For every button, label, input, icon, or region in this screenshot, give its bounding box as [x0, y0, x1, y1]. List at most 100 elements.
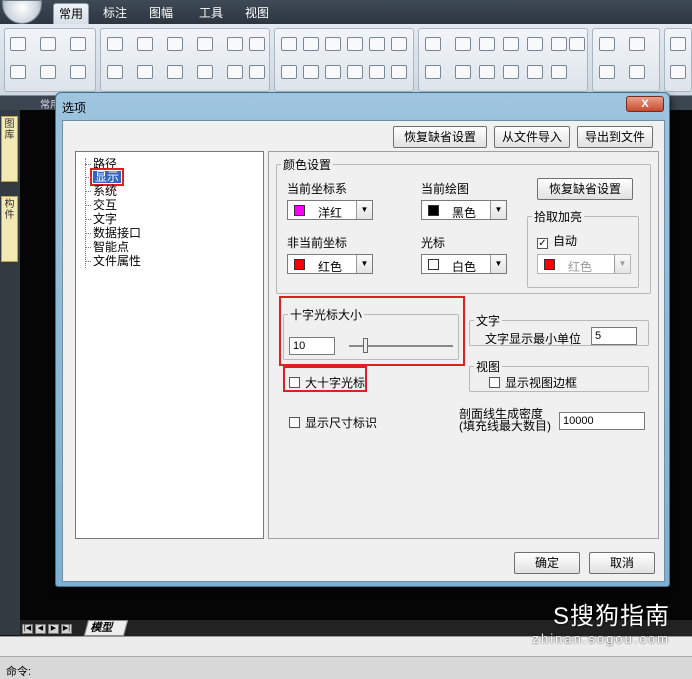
- rotate-icon[interactable]: [527, 37, 543, 51]
- line-icon[interactable]: [107, 37, 123, 51]
- non-current-coord-color-select[interactable]: 红色 ▼: [287, 254, 373, 274]
- pick-highlight-title: 拾取加亮: [534, 210, 583, 224]
- tree-item-display[interactable]: 显示: [84, 168, 125, 186]
- scale-icon[interactable]: [569, 37, 585, 51]
- dimension-icon[interactable]: [325, 37, 341, 51]
- trim-icon[interactable]: [455, 65, 471, 79]
- rectangle-icon[interactable]: [227, 37, 243, 51]
- ok-button[interactable]: 确定: [514, 552, 580, 574]
- tab-frame[interactable]: 图幅: [146, 3, 176, 24]
- chevron-down-icon[interactable]: ▼: [490, 201, 506, 219]
- current-draw-color-select[interactable]: 黑色 ▼: [421, 200, 507, 220]
- block-icon[interactable]: [197, 65, 213, 79]
- ellipse-icon[interactable]: [347, 37, 363, 51]
- current-coord-color-value: 洋红: [318, 206, 343, 220]
- tree-item-text[interactable]: 文字: [84, 213, 117, 225]
- chevron-down-icon[interactable]: ▼: [356, 201, 372, 219]
- circle-icon[interactable]: [167, 37, 183, 51]
- wave-line-icon[interactable]: [281, 65, 297, 79]
- arc-icon[interactable]: [197, 37, 213, 51]
- select-icon[interactable]: [425, 65, 441, 79]
- parallel-line-icon[interactable]: [137, 37, 153, 51]
- watermark-url: zhinan.sogou.com: [532, 631, 670, 646]
- table-icon[interactable]: [227, 65, 243, 79]
- non-current-coord-label: 非当前坐标: [287, 236, 348, 250]
- cursor-color-select[interactable]: 白色 ▼: [421, 254, 507, 274]
- open-file-icon[interactable]: [40, 37, 56, 51]
- first-tab-icon[interactable]: |◀: [22, 624, 33, 634]
- section-icon[interactable]: [347, 65, 363, 79]
- brush-icon[interactable]: [425, 37, 441, 51]
- tab-common[interactable]: 常用: [53, 3, 89, 24]
- explode-icon[interactable]: [527, 65, 543, 79]
- command-bar[interactable]: 命令:: [0, 656, 692, 679]
- chevron-down-icon[interactable]: ▼: [356, 255, 372, 273]
- text-icon[interactable]: [107, 65, 123, 79]
- grid-icon[interactable]: [369, 65, 385, 79]
- ordinate-icon[interactable]: [599, 65, 615, 79]
- copy-icon[interactable]: [479, 37, 495, 51]
- arrow-icon[interactable]: [325, 65, 341, 79]
- model-tab[interactable]: 模型: [83, 620, 129, 636]
- tab-tools[interactable]: 工具: [196, 3, 226, 24]
- ribbon-group-dimension: [592, 28, 660, 92]
- panel-icon[interactable]: [391, 65, 407, 79]
- side-tab-components[interactable]: 构件: [1, 196, 18, 262]
- layer-icon[interactable]: [551, 65, 567, 79]
- last-tab-icon[interactable]: ▶|: [61, 624, 72, 634]
- tree-item-path[interactable]: 路径: [84, 158, 117, 170]
- auto-checkbox[interactable]: ✓ 自动: [537, 232, 577, 249]
- tab-annotate[interactable]: 标注: [100, 3, 130, 24]
- spline-icon[interactable]: [281, 37, 297, 51]
- extend-icon[interactable]: [479, 65, 495, 79]
- curve-icon[interactable]: [249, 37, 265, 51]
- mirror-icon[interactable]: [503, 37, 519, 51]
- dim-style-icon[interactable]: [629, 37, 645, 51]
- ribbon-group-modify: [418, 28, 588, 92]
- print-icon[interactable]: [40, 65, 56, 79]
- auto-checkbox-box[interactable]: ✓: [537, 238, 548, 249]
- text-min-unit-input[interactable]: 5: [591, 327, 637, 345]
- dim-mark-checkbox[interactable]: 显示尺寸标识: [289, 414, 377, 431]
- restore-defaults-button[interactable]: 恢复缺省设置: [393, 126, 487, 148]
- zoom-icon[interactable]: [10, 65, 26, 79]
- linear-dim-icon[interactable]: [599, 37, 615, 51]
- tree-item-interaction[interactable]: 交互: [84, 199, 117, 211]
- tree-item-system[interactable]: 系统: [84, 185, 117, 197]
- tab-view[interactable]: 视图: [242, 3, 272, 24]
- view-border-checkbox-box[interactable]: [489, 377, 500, 388]
- save-icon[interactable]: [70, 37, 86, 51]
- cancel-button[interactable]: 取消: [589, 552, 655, 574]
- new-file-icon[interactable]: [10, 37, 26, 51]
- break-line-icon[interactable]: [303, 65, 319, 79]
- tree-item-data-interface[interactable]: 数据接口: [84, 227, 141, 239]
- polygon-icon[interactable]: [369, 37, 385, 51]
- person-icon[interactable]: [391, 37, 407, 51]
- current-coord-color-select[interactable]: 洋红 ▼: [287, 200, 373, 220]
- fillet-icon[interactable]: [503, 65, 519, 79]
- properties-icon[interactable]: [670, 37, 686, 51]
- import-from-file-button[interactable]: 从文件导入: [494, 126, 570, 148]
- menu-icon[interactable]: [670, 65, 686, 79]
- tree-item-smart-point[interactable]: 智能点: [84, 241, 129, 253]
- tree-item-file-properties[interactable]: 文件属性: [84, 255, 141, 267]
- export-icon[interactable]: [70, 65, 86, 79]
- hatch-density-input[interactable]: 10000: [559, 412, 645, 430]
- color-restore-defaults-button[interactable]: 恢复缺省设置: [537, 178, 633, 200]
- view-border-checkbox[interactable]: 显示视图边框: [489, 374, 577, 391]
- image-icon[interactable]: [249, 65, 265, 79]
- options-dialog: 选项 X 恢复缺省设置 从文件导入 导出到文件 路径 显示 系统 交互 文字 数…: [55, 92, 670, 587]
- centerline-icon[interactable]: [137, 65, 153, 79]
- prev-tab-icon[interactable]: ◀: [35, 624, 46, 634]
- chevron-down-icon[interactable]: ▼: [490, 255, 506, 273]
- dim-mark-checkbox-box[interactable]: [289, 417, 300, 428]
- export-to-file-button[interactable]: 导出到文件: [577, 126, 653, 148]
- side-tab-library[interactable]: 图库: [1, 116, 18, 182]
- next-tab-icon[interactable]: ▶: [48, 624, 59, 634]
- move-icon[interactable]: [455, 37, 471, 51]
- leader-icon[interactable]: [629, 65, 645, 79]
- hatch-icon[interactable]: [167, 65, 183, 79]
- close-button[interactable]: X: [626, 96, 664, 112]
- array-icon[interactable]: [551, 37, 567, 51]
- point-icon[interactable]: [303, 37, 319, 51]
